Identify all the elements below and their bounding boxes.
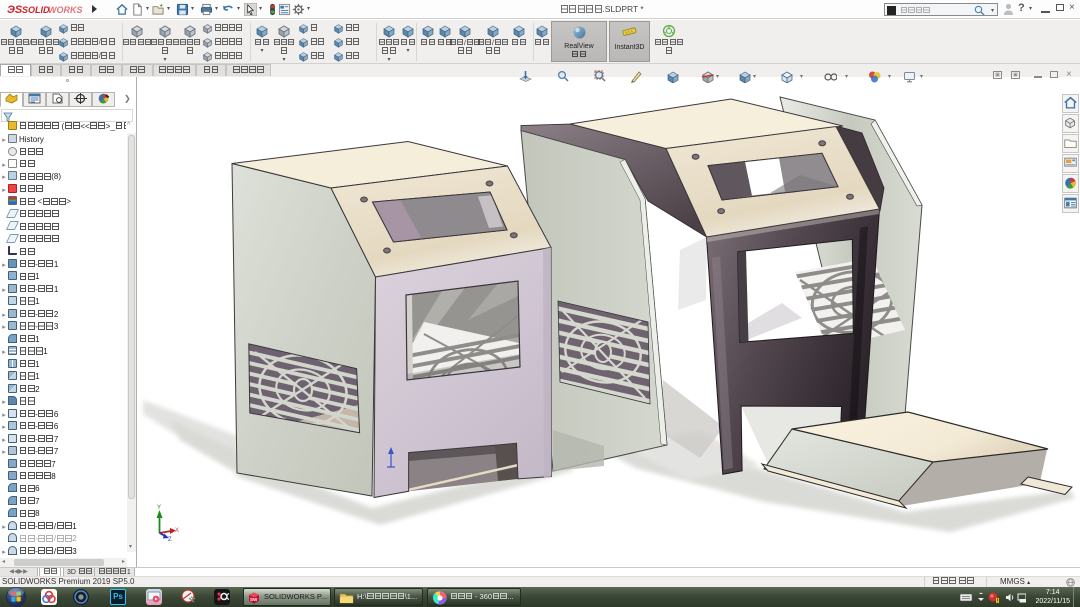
svg-text:Z: Z <box>168 537 172 543</box>
svg-text:X: X <box>175 528 179 534</box>
svg-text:WORKS: WORKS <box>48 5 83 15</box>
svg-text:SW: SW <box>250 597 258 602</box>
svg-text:SOLID: SOLID <box>22 5 50 15</box>
svg-text:ЭS: ЭS <box>7 4 23 16</box>
svg-text:Y: Y <box>157 505 161 511</box>
